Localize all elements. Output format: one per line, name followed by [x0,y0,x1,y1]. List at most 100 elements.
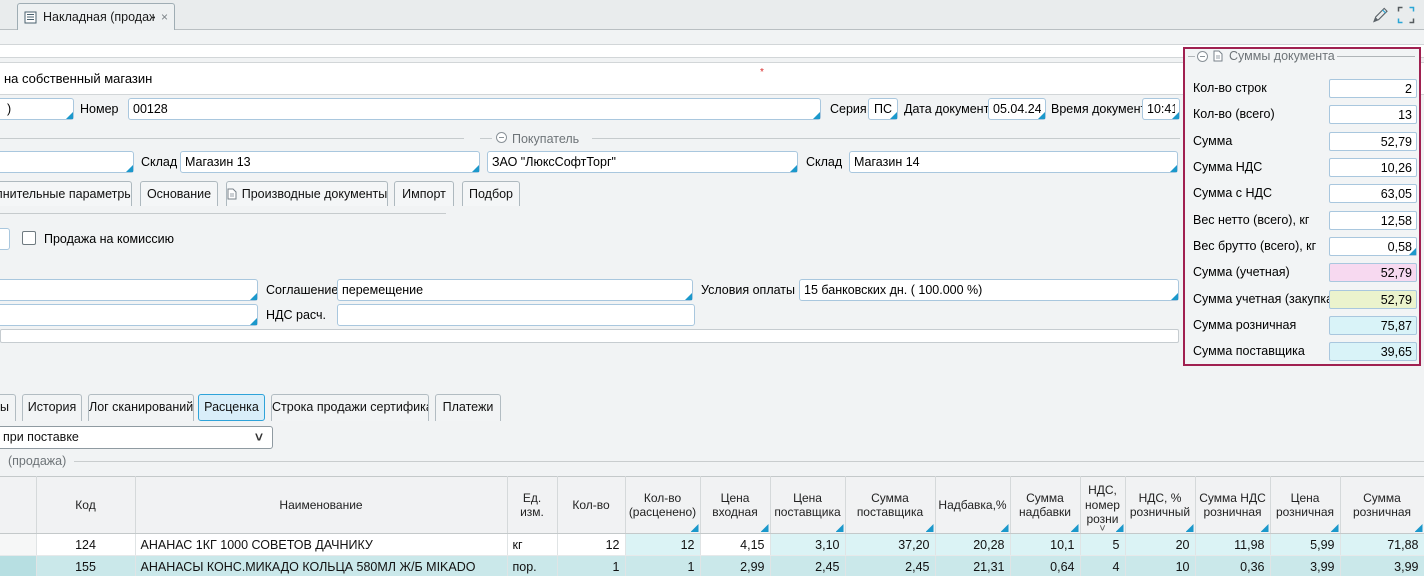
seller-org-input[interactable] [0,151,134,173]
tab-cut[interactable]: ы [0,394,16,421]
cell-qty[interactable]: 12 [557,534,625,556]
cell-supplier-price[interactable]: 3,10 [770,534,845,556]
totals-value-field[interactable] [1329,316,1417,335]
totals-value-input[interactable] [1329,237,1417,256]
table-row[interactable]: 124 АНАНАС 1КГ 1000 СОВЕТОВ ДАЧНИКУ кг 1… [0,534,1424,556]
warehouse-input[interactable] [180,151,480,173]
cell-vat-number[interactable]: 4 [1080,556,1125,576]
cell-qty[interactable]: 1 [557,556,625,576]
cell-name[interactable]: АНАНАС 1КГ 1000 СОВЕТОВ ДАЧНИКУ [135,534,507,556]
payment-terms-field[interactable] [799,279,1179,301]
cell-supplier-sum[interactable]: 2,45 [845,556,935,576]
cell-supplier-price[interactable]: 2,45 [770,556,845,576]
totals-value-field[interactable] [1329,342,1417,361]
cell-markup-sum[interactable]: 10,1 [1010,534,1080,556]
col-header-qty[interactable]: Кол-во [557,477,625,534]
buyer-field[interactable] [487,151,798,173]
tab-selection[interactable]: Подбор [462,181,520,206]
cell-markup-sum[interactable]: 0,64 [1010,556,1080,576]
doc-time-input[interactable] [1142,98,1180,120]
seller-org-field[interactable] [0,151,134,173]
totals-value-input[interactable] [1329,263,1417,282]
doc-date-field[interactable] [988,98,1046,120]
totals-value-field[interactable] [1329,237,1417,256]
cell-retail-sum[interactable]: 3,99 [1340,556,1424,576]
agreement-field[interactable] [337,279,693,301]
col-header-supplier-price[interactable]: Цена поставщика [770,477,845,534]
cell-unit[interactable]: пор. [507,556,557,576]
number-input[interactable] [128,98,821,120]
totals-value-input[interactable] [1329,290,1417,309]
cell-retail-price[interactable]: 5,99 [1270,534,1340,556]
doc-date-input[interactable] [988,98,1046,120]
cell-vat-number[interactable]: 5 [1080,534,1125,556]
pricing-mode-select[interactable]: при поставке ˅ [0,426,273,449]
document-tab[interactable]: Накладная (продажа) × [17,3,175,30]
buyer-warehouse-input[interactable] [849,151,1178,173]
cell-supplier-sum[interactable]: 37,20 [845,534,935,556]
col-header-retail-sum[interactable]: Сумма розничная [1340,477,1424,534]
series-field[interactable] [868,98,898,120]
tab-derived-documents[interactable]: Производные документы [226,181,388,206]
col-header-qty-priced[interactable]: Кол-во (расценено) [625,477,700,534]
row-indicator-cell[interactable] [0,534,36,556]
operation-kind-field[interactable] [0,98,74,120]
totals-value-input[interactable] [1329,211,1417,230]
cell-qty-priced[interactable]: 1 [625,556,700,576]
cell-code[interactable]: 155 [36,556,135,576]
totals-value-field[interactable] [1329,263,1417,282]
comment-field[interactable] [0,329,1179,343]
contract-input[interactable] [0,279,258,301]
col-header-markup-sum[interactable]: Сумма надбавки [1010,477,1080,534]
totals-value-input[interactable] [1329,158,1417,177]
tab-certificate-sale-line[interactable]: Строка продажи сертификата [271,394,429,421]
warehouse-field[interactable] [180,151,480,173]
totals-value-input[interactable] [1329,79,1417,98]
cell-vat-sum-retail[interactable]: 0,36 [1195,556,1270,576]
buyer-collapse-icon[interactable] [496,132,507,143]
col-header-vat-pct-retail[interactable]: НДС, % розничный [1125,477,1195,534]
contract-field[interactable] [0,279,258,301]
tab-basis[interactable]: Основание [140,181,218,206]
totals-collapse-icon[interactable] [1197,51,1208,62]
cell-vat-pct-retail[interactable]: 10 [1125,556,1195,576]
cell-retail-sum[interactable]: 71,88 [1340,534,1424,556]
doc-time-field[interactable] [1142,98,1180,120]
cell-vat-sum-retail[interactable]: 11,98 [1195,534,1270,556]
fullscreen-expand-icon[interactable] [1394,3,1418,27]
col-header-name[interactable]: Наименование [135,477,507,534]
vat-calc-input[interactable] [337,304,695,326]
totals-value-input[interactable] [1329,316,1417,335]
col-header-vat-number[interactable]: НДС, номер розни˅ [1080,477,1125,534]
cell-markup-pct[interactable]: 20,28 [935,534,1010,556]
payment-terms-input[interactable] [799,279,1179,301]
cell-markup-pct[interactable]: 21,31 [935,556,1010,576]
totals-value-field[interactable] [1329,132,1417,151]
row-indicator-cell[interactable] [0,556,36,576]
col-header-price-in[interactable]: Цена входная [700,477,770,534]
col-header-code[interactable]: Код [36,477,135,534]
cell-retail-price[interactable]: 3,99 [1270,556,1340,576]
cell-name[interactable]: АНАНАСЫ КОНС.МИКАДО КОЛЬЦА 580МЛ Ж/Б MIK… [135,556,507,576]
tab-close-icon[interactable]: × [161,10,168,24]
col-header-unit[interactable]: Ед. изм. [507,477,557,534]
totals-value-field[interactable] [1329,290,1417,309]
edit-pencil-icon[interactable] [1368,3,1392,27]
table-row-selected[interactable]: 155 АНАНАСЫ КОНС.МИКАДО КОЛЬЦА 580МЛ Ж/Б… [0,556,1424,576]
cell-unit[interactable]: кг [507,534,557,556]
col-header-selector[interactable] [0,477,36,534]
tab-pricing[interactable]: Расценка [198,394,265,421]
cell-qty-priced[interactable]: 12 [625,534,700,556]
buyer-warehouse-field[interactable] [849,151,1178,173]
series-input[interactable] [868,98,898,120]
col-header-markup-pct[interactable]: Надбавка,% [935,477,1010,534]
totals-value-field[interactable] [1329,158,1417,177]
tab-scan-log[interactable]: Лог сканирований [88,394,194,421]
col-header-supplier-sum[interactable]: Сумма поставщика [845,477,935,534]
totals-value-input[interactable] [1329,184,1417,203]
totals-value-field[interactable] [1329,105,1417,124]
totals-value-input[interactable] [1329,342,1417,361]
tab-import[interactable]: Импорт [394,181,454,206]
tab-additional-params[interactable]: олнительные параметры [0,181,132,206]
cell-price-in[interactable]: 2,99 [700,556,770,576]
